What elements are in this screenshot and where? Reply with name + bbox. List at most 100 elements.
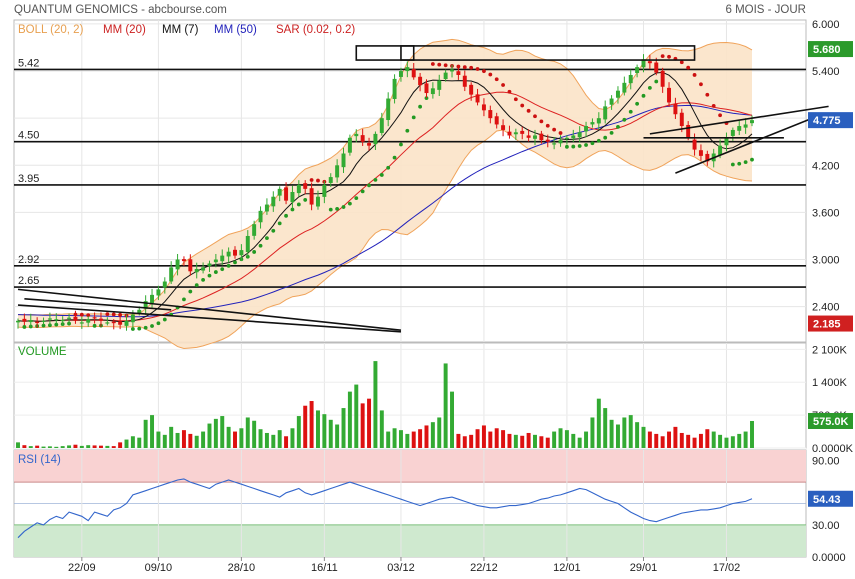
- volume-bar: [130, 436, 135, 448]
- sar-dot: [705, 92, 710, 97]
- candle-body: [354, 133, 359, 137]
- sar-dot: [711, 104, 716, 108]
- volume-bar: [67, 445, 72, 448]
- sar-dot: [730, 162, 735, 167]
- volume-bar: [418, 429, 423, 448]
- volume-bar: [750, 420, 754, 448]
- price-tick-label: 3.600: [812, 207, 840, 219]
- volume-bar: [730, 436, 735, 448]
- sar-dot: [150, 324, 154, 328]
- candle-body: [386, 98, 391, 121]
- volume-bar: [22, 445, 27, 448]
- volume-bar: [35, 445, 40, 448]
- volume-bar: [92, 445, 97, 448]
- rsi-label: RSI (14): [18, 454, 61, 466]
- volume-bar: [213, 418, 218, 448]
- volume-bar: [60, 446, 65, 448]
- sar-dot: [341, 205, 346, 209]
- candle-body: [686, 124, 691, 138]
- volume-bar: [673, 426, 678, 448]
- candle-body: [271, 196, 276, 207]
- volume-bar: [667, 431, 672, 448]
- sar-dot: [258, 243, 263, 248]
- volume-bar: [54, 446, 59, 448]
- volume-bar: [188, 433, 193, 448]
- sar-dot: [316, 178, 320, 183]
- candle-body: [98, 318, 103, 321]
- sar-dot: [609, 130, 614, 135]
- volume-bar: [328, 419, 333, 448]
- candle-body: [35, 321, 40, 324]
- price-badge: 4.775: [808, 112, 853, 129]
- volume-bar: [207, 423, 212, 448]
- rsi-badge: 54.43: [808, 490, 853, 507]
- period-label[interactable]: 6 MOIS - JOUR: [725, 4, 806, 16]
- candle-body: [328, 177, 333, 183]
- volume-bar: [245, 417, 250, 448]
- candle-body: [194, 268, 199, 273]
- candle-body: [322, 184, 327, 197]
- x-tick-label: 29/01: [630, 562, 658, 574]
- candle-body: [654, 62, 659, 73]
- volume-bar: [150, 415, 155, 448]
- sar-dot: [213, 270, 218, 274]
- sar-dot: [533, 114, 537, 119]
- volume-bar: [481, 425, 486, 448]
- candle-body: [539, 133, 544, 141]
- sar-dot: [743, 160, 748, 165]
- level-label: 2.65: [18, 275, 39, 287]
- legend-mm20: MM (20): [103, 24, 146, 36]
- candle-body: [545, 139, 550, 142]
- volume-bar: [386, 431, 391, 448]
- sar-dot: [399, 142, 403, 147]
- volume-label: VOLUME: [18, 346, 67, 358]
- rsi-tick-label: 0.0000: [812, 552, 846, 564]
- sar-dot: [22, 325, 27, 329]
- volume-bar: [392, 428, 397, 448]
- volume-bar: [571, 433, 576, 448]
- volume-bar: [322, 414, 327, 448]
- candle-body: [520, 130, 525, 134]
- sar-dot: [162, 317, 167, 322]
- sar-dot: [105, 312, 110, 317]
- volume-bar: [316, 410, 320, 448]
- candle-body: [590, 122, 595, 125]
- price-badge-text: 5.680: [813, 44, 841, 56]
- candle-body: [430, 88, 435, 95]
- candle-body: [411, 69, 416, 78]
- candle-body: [41, 320, 46, 322]
- candle-body: [118, 321, 123, 325]
- sar-dot: [667, 54, 671, 59]
- candle-body: [679, 112, 684, 127]
- sar-dot: [220, 267, 225, 272]
- candle-body: [335, 165, 340, 178]
- volume-bar: [252, 420, 257, 448]
- volume-bar: [698, 433, 703, 448]
- candle-body: [462, 75, 467, 87]
- sar-dot: [309, 178, 314, 182]
- sar-dot: [501, 83, 505, 87]
- volume-bar: [628, 415, 633, 448]
- volume-tick-label: 2 100K: [812, 344, 848, 356]
- x-tick-label: 17/02: [713, 562, 741, 574]
- volume-bar: [462, 436, 467, 448]
- stock-chart: 5.424.503.952.922.65 6.0005.4004.8004.20…: [13, 4, 854, 574]
- candle-body: [233, 249, 237, 256]
- sar-dot: [590, 141, 595, 146]
- sar-dot: [641, 93, 646, 98]
- sar-dot: [584, 143, 588, 147]
- sar-dot: [111, 312, 116, 317]
- candle-body: [181, 259, 186, 262]
- candle-body: [296, 184, 301, 194]
- volume-bar: [309, 401, 314, 448]
- sar-dot: [577, 144, 582, 148]
- candle-body: [450, 69, 454, 72]
- sar-dot: [284, 213, 288, 218]
- sar-dot: [552, 127, 557, 132]
- sar-dot: [603, 135, 608, 140]
- candle-body: [111, 321, 116, 324]
- volume-bar: [513, 434, 518, 448]
- sar-dot: [475, 67, 480, 71]
- volume-bar: [622, 417, 627, 448]
- candle-body: [156, 289, 161, 296]
